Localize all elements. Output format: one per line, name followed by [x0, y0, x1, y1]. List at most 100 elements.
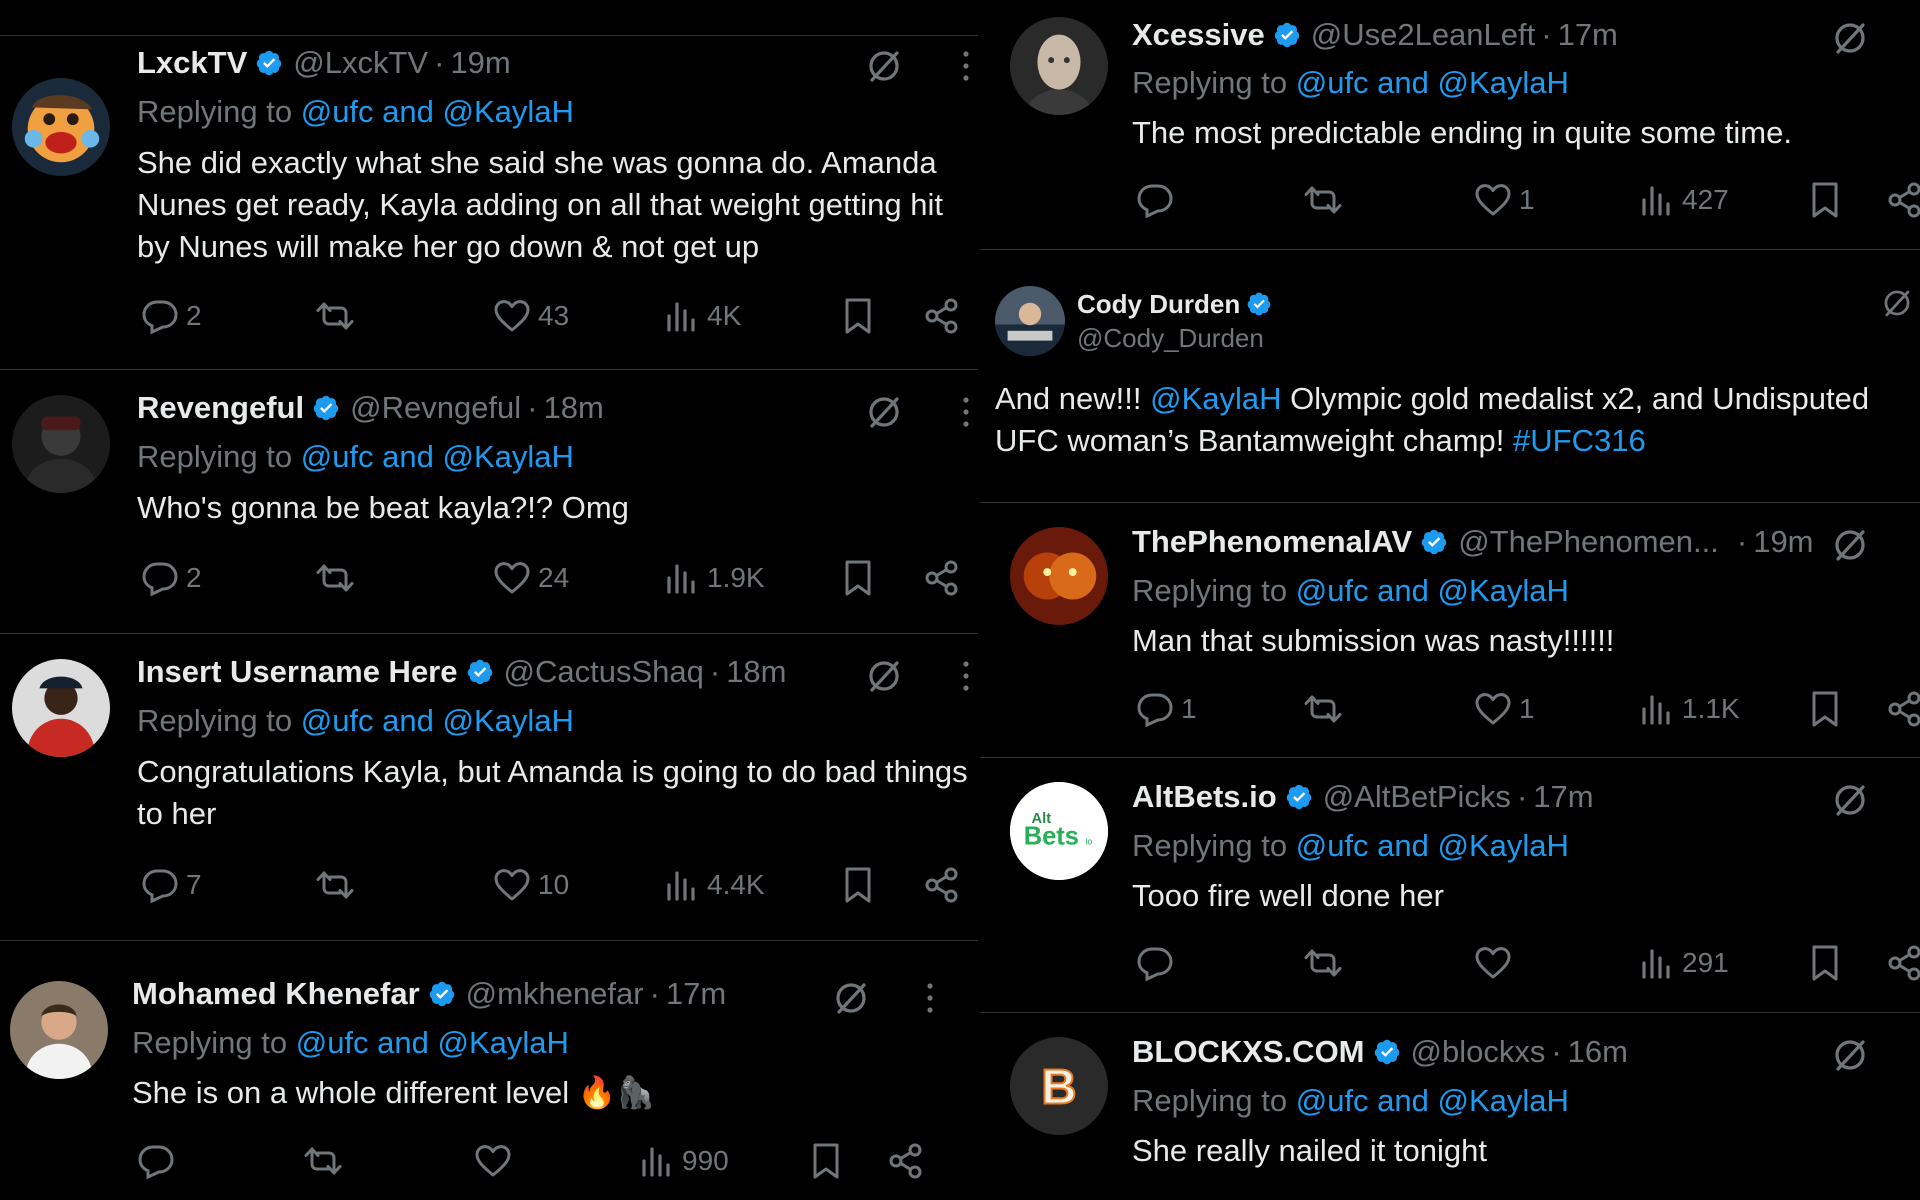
- display-name[interactable]: Mohamed Khenefar: [132, 975, 420, 1013]
- grok-icon[interactable]: [1830, 525, 1870, 565]
- timestamp[interactable]: 19m: [1753, 523, 1813, 561]
- reply-button[interactable]: 7: [140, 865, 202, 905]
- repost-button[interactable]: [1303, 943, 1349, 983]
- bookmark-button[interactable]: [838, 865, 878, 905]
- more-icon[interactable]: [960, 392, 972, 432]
- timestamp[interactable]: 16m: [1568, 1033, 1628, 1071]
- user-handle[interactable]: @blockxs: [1411, 1033, 1546, 1071]
- like-button[interactable]: 43: [492, 296, 569, 336]
- more-icon[interactable]: [960, 46, 972, 86]
- like-button[interactable]: 1: [1473, 689, 1535, 729]
- display-name[interactable]: Insert Username Here: [137, 653, 458, 691]
- repost-button[interactable]: [303, 1141, 349, 1181]
- reply-button[interactable]: 2: [140, 558, 202, 598]
- tweet-revengeful[interactable]: Revengeful @Revngeful · 18m Replying to …: [0, 370, 978, 634]
- avatar[interactable]: [1010, 17, 1108, 115]
- avatar[interactable]: [1010, 527, 1108, 625]
- timestamp[interactable]: 17m: [1558, 16, 1618, 54]
- bookmark-button[interactable]: [1805, 689, 1845, 729]
- like-button[interactable]: [1473, 943, 1519, 983]
- grok-icon[interactable]: [864, 392, 904, 432]
- tweet-altbets[interactable]: Alt Bets io AltBets.io @AltBetPicks · 17…: [980, 758, 1920, 1013]
- more-icon[interactable]: [924, 978, 936, 1018]
- like-button[interactable]: 24: [492, 558, 569, 598]
- repost-button[interactable]: [315, 296, 361, 336]
- like-button[interactable]: 10: [492, 865, 569, 905]
- share-button[interactable]: [1885, 943, 1920, 983]
- avatar[interactable]: [995, 286, 1065, 356]
- replying-to-mentions[interactable]: @ufc and @KaylaH: [301, 703, 574, 738]
- display-name[interactable]: BLOCKXS.COM: [1132, 1033, 1365, 1071]
- timestamp[interactable]: 17m: [666, 975, 726, 1013]
- reply-button[interactable]: [136, 1141, 182, 1181]
- replying-to-mentions[interactable]: @ufc and @KaylaH: [296, 1025, 569, 1060]
- more-icon[interactable]: [960, 656, 972, 696]
- replying-to-mentions[interactable]: @ufc and @KaylaH: [1296, 828, 1569, 863]
- hashtag-link[interactable]: #UFC316: [1513, 423, 1646, 458]
- display-name-text[interactable]: Cody Durden: [1077, 288, 1240, 320]
- tweet-cactusshaq[interactable]: Insert Username Here @CactusShaq · 18m R…: [0, 634, 978, 941]
- timestamp[interactable]: 18m: [726, 653, 786, 691]
- display-name[interactable]: Revengeful: [137, 389, 304, 427]
- display-name[interactable]: Cody Durden: [1077, 288, 1282, 320]
- bookmark-button[interactable]: [1805, 943, 1845, 983]
- timestamp[interactable]: 18m: [544, 389, 604, 427]
- grok-icon[interactable]: [1830, 780, 1870, 820]
- user-handle[interactable]: @ThePhenomen...: [1458, 523, 1719, 561]
- tweet-thephenomenalav[interactable]: ThePhenomenalAV @ThePhenomen... · 19m Re…: [980, 503, 1920, 758]
- tweet-lxcktv[interactable]: LxckTV @LxckTV · 19m Replying to @ufc an…: [0, 36, 978, 370]
- user-handle[interactable]: @Use2LeanLeft: [1311, 16, 1536, 54]
- display-name[interactable]: AltBets.io: [1132, 778, 1277, 816]
- avatar[interactable]: [12, 395, 110, 493]
- like-button[interactable]: [473, 1141, 519, 1181]
- share-button[interactable]: [1885, 180, 1920, 220]
- share-button[interactable]: [1885, 689, 1920, 729]
- replying-to-mentions[interactable]: @ufc and @KaylaH: [1296, 65, 1569, 100]
- user-handle[interactable]: @mkhenefar: [466, 975, 644, 1013]
- timestamp[interactable]: 19m: [450, 44, 510, 82]
- replying-to-mentions[interactable]: @ufc and @KaylaH: [1296, 1083, 1569, 1118]
- grok-icon[interactable]: [1830, 18, 1870, 58]
- reply-button[interactable]: [1135, 180, 1181, 220]
- display-name[interactable]: LxckTV: [137, 44, 247, 82]
- reply-button[interactable]: [1135, 943, 1181, 983]
- share-button[interactable]: [922, 296, 962, 336]
- tweet-cody-durden[interactable]: Cody Durden @Cody_Durden And new!!! @Kay…: [980, 250, 1920, 503]
- tweet-mkhenefar[interactable]: Mohamed Khenefar @mkhenefar · 17m Replyi…: [0, 941, 978, 1200]
- avatar[interactable]: [12, 78, 110, 176]
- views-button[interactable]: 4.4K: [661, 865, 765, 905]
- bookmark-button[interactable]: [1805, 180, 1845, 220]
- grok-icon[interactable]: [831, 978, 871, 1018]
- grok-icon[interactable]: [1830, 1035, 1870, 1075]
- views-button[interactable]: 1.1K: [1636, 689, 1740, 729]
- share-button[interactable]: [922, 865, 962, 905]
- bookmark-button[interactable]: [838, 296, 878, 336]
- timestamp[interactable]: 17m: [1533, 778, 1593, 816]
- user-handle[interactable]: @LxckTV: [293, 44, 428, 82]
- reply-button[interactable]: 1: [1135, 689, 1197, 729]
- repost-button[interactable]: [315, 558, 361, 598]
- repost-button[interactable]: [315, 865, 361, 905]
- replying-to-mentions[interactable]: @ufc and @KaylaH: [301, 94, 574, 129]
- avatar[interactable]: [10, 981, 108, 1079]
- bookmark-button[interactable]: [838, 558, 878, 598]
- views-button[interactable]: 4K: [661, 296, 741, 336]
- bookmark-button[interactable]: [806, 1141, 846, 1181]
- share-button[interactable]: [922, 558, 962, 598]
- tweet-xcessive[interactable]: Xcessive @Use2LeanLeft · 17m Replying to…: [980, 0, 1920, 250]
- views-button[interactable]: 427: [1636, 180, 1729, 220]
- grok-icon[interactable]: [1880, 286, 1914, 320]
- grok-icon[interactable]: [864, 46, 904, 86]
- repost-button[interactable]: [1303, 689, 1349, 729]
- mention-link[interactable]: @KaylaH: [1150, 381, 1281, 416]
- avatar[interactable]: B: [1010, 1037, 1108, 1135]
- reply-button[interactable]: 2: [140, 296, 202, 336]
- display-name[interactable]: ThePhenomenalAV: [1132, 523, 1412, 561]
- avatar[interactable]: [12, 659, 110, 757]
- grok-icon[interactable]: [864, 656, 904, 696]
- replying-to-mentions[interactable]: @ufc and @KaylaH: [301, 439, 574, 474]
- display-name[interactable]: Xcessive: [1132, 16, 1265, 54]
- share-button[interactable]: [886, 1141, 926, 1181]
- repost-button[interactable]: [1303, 180, 1349, 220]
- user-handle[interactable]: @CactusShaq: [504, 653, 704, 691]
